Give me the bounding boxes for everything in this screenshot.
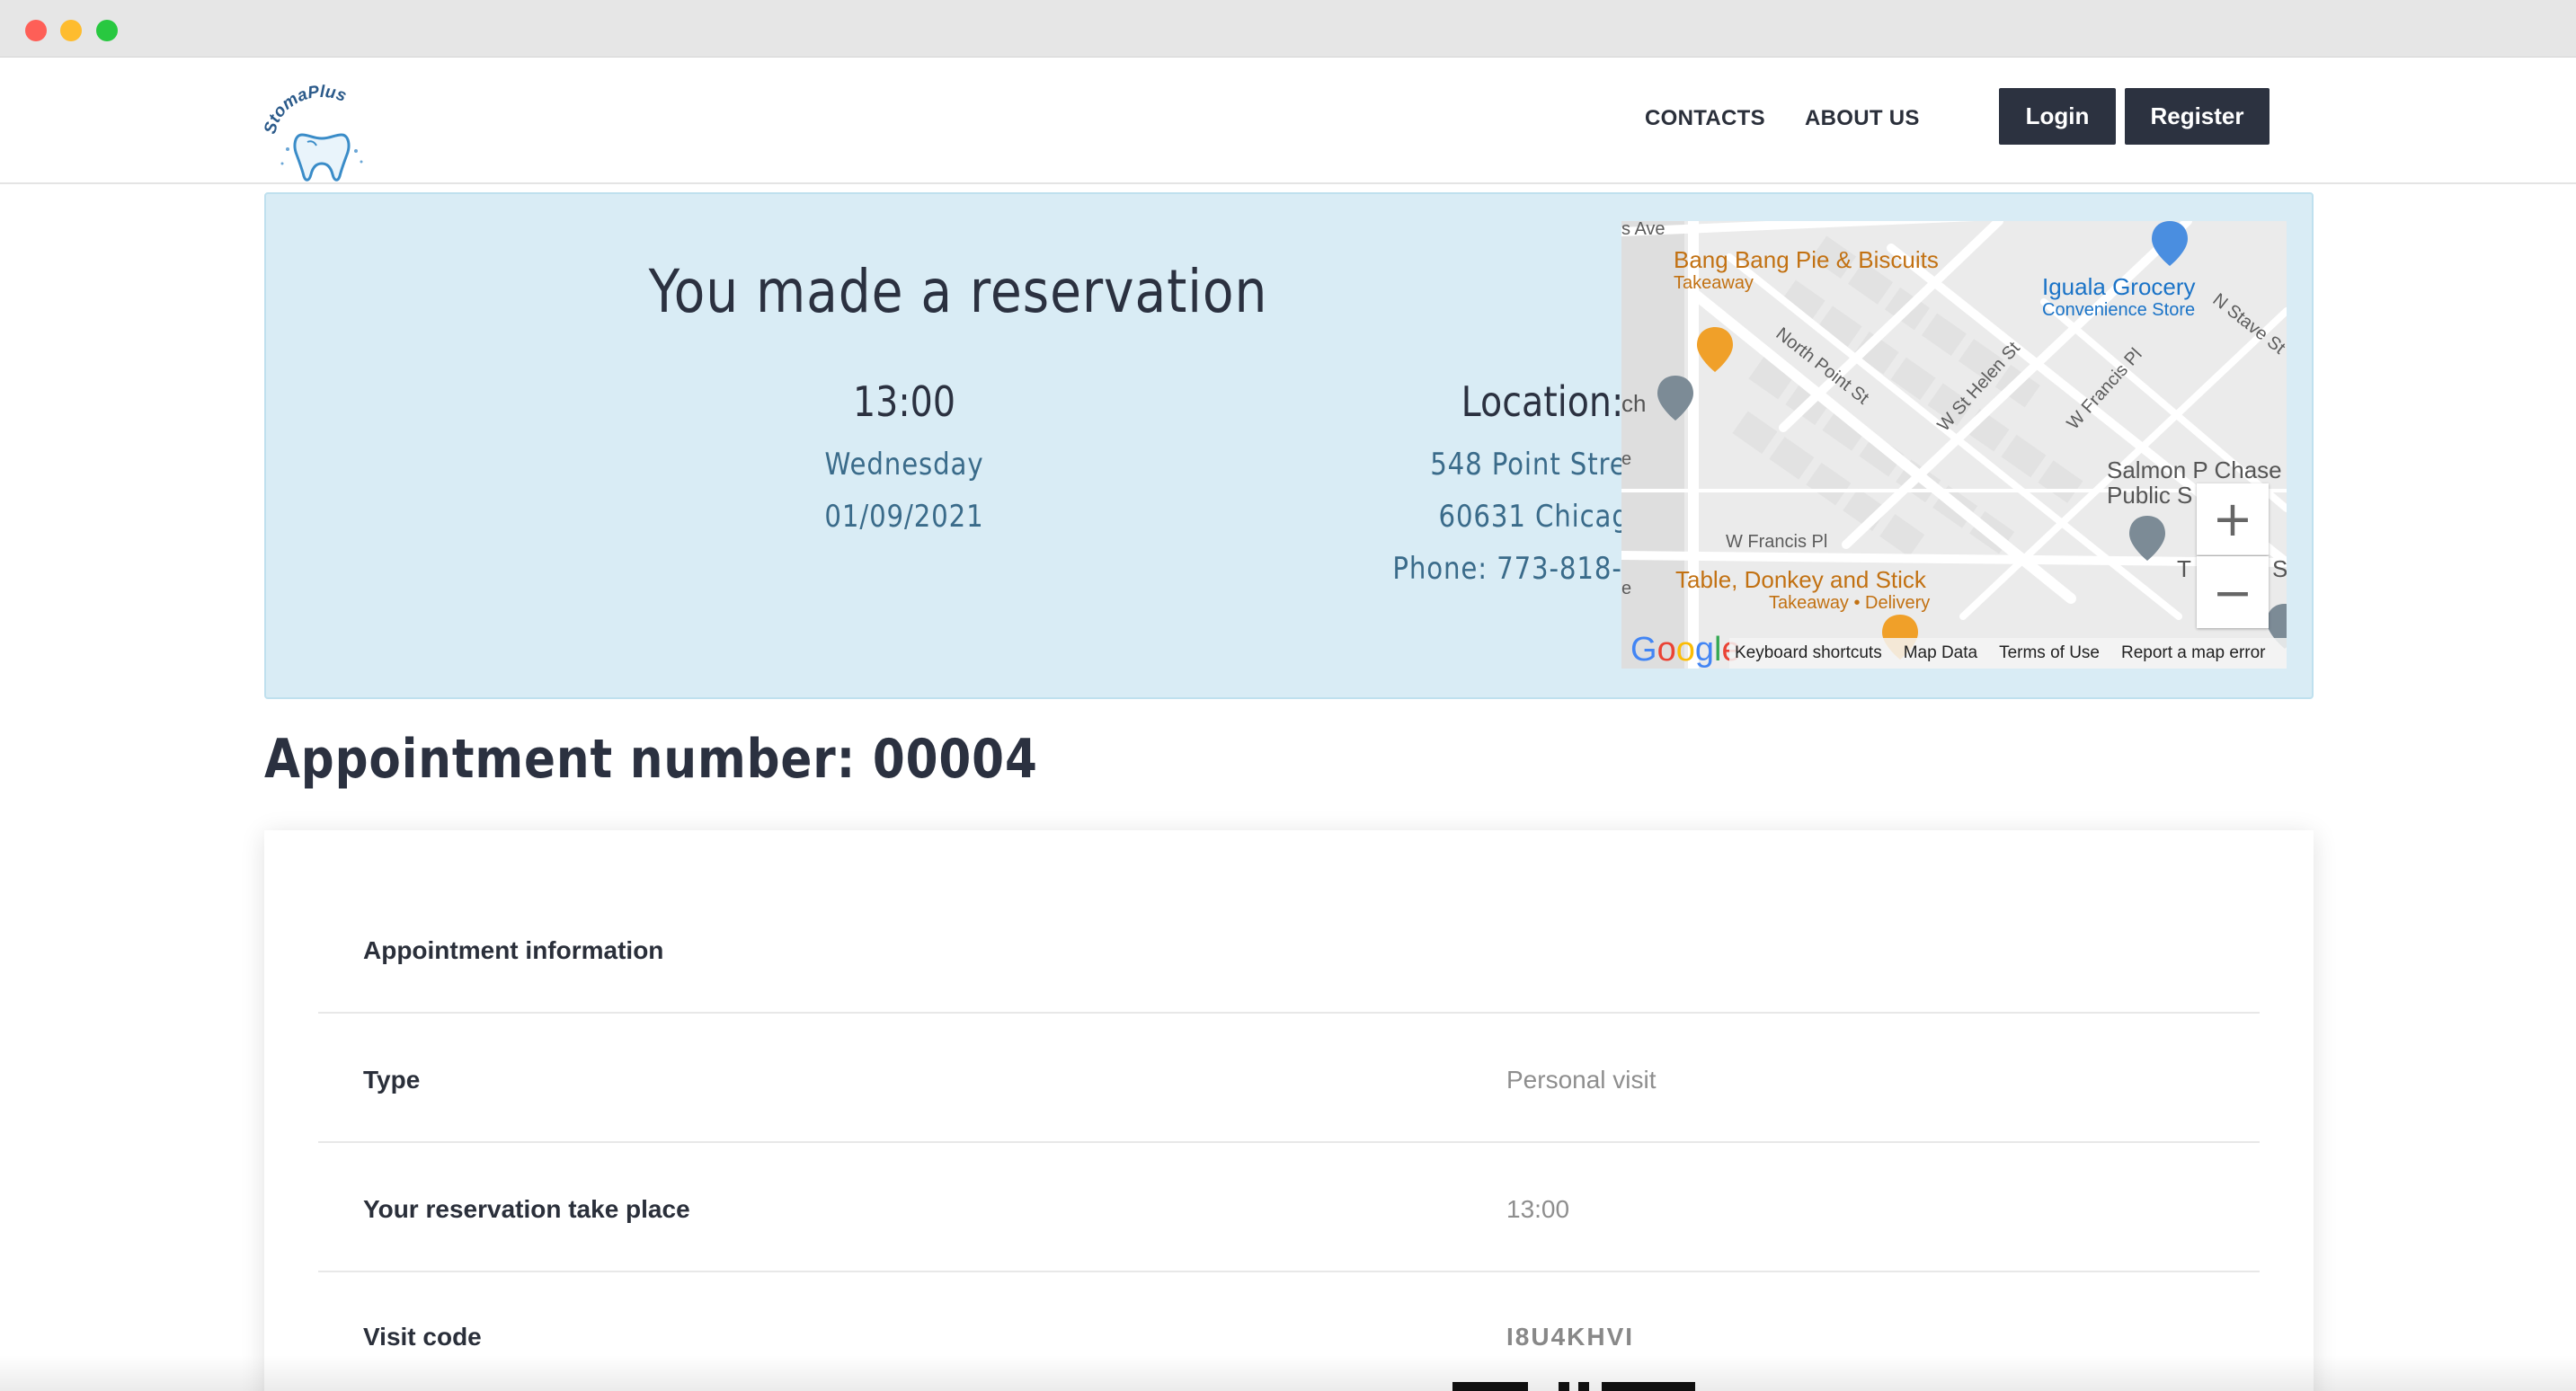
type-label: Type — [363, 1066, 421, 1094]
street-label: s Ave — [1621, 221, 1666, 239]
appointment-info-card: Appointment information Type Personal vi… — [264, 830, 2314, 1391]
map-label: e — [1621, 449, 1632, 469]
maximize-window-button[interactable] — [96, 20, 118, 41]
nav-contacts-link[interactable]: CONTACTS — [1645, 106, 1765, 131]
poi-table-donkey-sub: Takeaway • Delivery — [1769, 593, 1931, 613]
appointment-info-header-row: Appointment information — [318, 830, 2260, 1014]
poi-salmon-chase-line-2: Public S — [2107, 482, 2193, 509]
reservation-day: Wednesday — [824, 447, 984, 483]
poi-iguala-grocery-sub: Convenience Store — [2042, 300, 2196, 320]
site-header: StomaPlus CONTACTS ABOUT US Login Regist… — [0, 58, 2576, 184]
stomaplus-logo[interactable]: StomaPlus — [261, 83, 381, 190]
poi-bang-bang[interactable]: Bang Bang Pie & Biscuits — [1674, 246, 1939, 274]
terms-of-use-link[interactable]: Terms of Use — [1999, 643, 2100, 663]
login-button[interactable]: Login — [1999, 88, 2116, 145]
poi-iguala-grocery[interactable]: Iguala Grocery — [2042, 273, 2196, 301]
table-row: Your reservation take place 13:00 — [318, 1143, 2260, 1272]
svg-text:StomaPlus: StomaPlus — [262, 83, 349, 136]
appointment-number-heading: Appointment number: 00004 — [264, 728, 1038, 791]
map-data-link[interactable]: Map Data — [1904, 643, 1977, 663]
location-map[interactable]: s Ave Bang Bang Pie & Biscuits Takeaway … — [1621, 221, 2287, 669]
appointment-info-title: Appointment information — [363, 936, 664, 964]
reservation-time-label: Your reservation take place — [363, 1195, 690, 1223]
table-row: Type Personal visit — [318, 1014, 2260, 1143]
visit-code-label: Visit code — [363, 1323, 482, 1351]
reservation-time-value: 13:00 — [1506, 1195, 1570, 1223]
type-value: Personal visit — [1506, 1066, 1657, 1094]
register-button[interactable]: Register — [2125, 88, 2270, 145]
browser-chrome — [0, 0, 2576, 58]
visit-code-barcode-icon — [1452, 1382, 1695, 1391]
map-zoom-in-button[interactable]: + — [2197, 483, 2269, 555]
map-footer: Keyboard shortcuts Map Data Terms of Use… — [1729, 638, 2287, 669]
map-label: e — [1621, 579, 1632, 598]
map-zoom-out-button[interactable]: − — [2197, 556, 2269, 628]
nav-about-us-link[interactable]: ABOUT US — [1805, 106, 1920, 131]
poi-table-donkey[interactable]: Table, Donkey and Stick — [1675, 566, 1926, 594]
map-label: ch — [1621, 390, 1647, 417]
keyboard-shortcuts-link[interactable]: Keyboard shortcuts — [1735, 643, 1882, 663]
visit-code-value: I8U4KHVI — [1506, 1323, 1635, 1351]
reservation-date: 01/09/2021 — [824, 499, 984, 535]
google-logo[interactable]: Google — [1630, 631, 1741, 669]
table-row: Visit code I8U4KHVI — [318, 1272, 2260, 1391]
reservation-title: You made a reservation — [648, 257, 1268, 326]
report-map-error-link[interactable]: Report a map error — [2121, 643, 2266, 663]
reservation-summary-panel: You made a reservation 13:00 Wednesday 0… — [264, 192, 2314, 699]
reservation-time-column: 13:00 Wednesday 01/09/2021 — [662, 377, 1147, 543]
tooth-logo-icon: StomaPlus — [261, 83, 363, 182]
map-label: S — [2272, 555, 2287, 582]
minimize-window-button[interactable] — [60, 20, 82, 41]
close-window-button[interactable] — [25, 20, 47, 41]
poi-salmon-chase-line-1[interactable]: Salmon P Chase — [2107, 456, 2282, 484]
map-label: T — [2177, 555, 2191, 582]
poi-bang-bang-sub: Takeaway — [1674, 273, 1754, 293]
reservation-time: 13:00 — [852, 377, 956, 426]
street-label: W Francis Pl — [1726, 532, 1828, 552]
